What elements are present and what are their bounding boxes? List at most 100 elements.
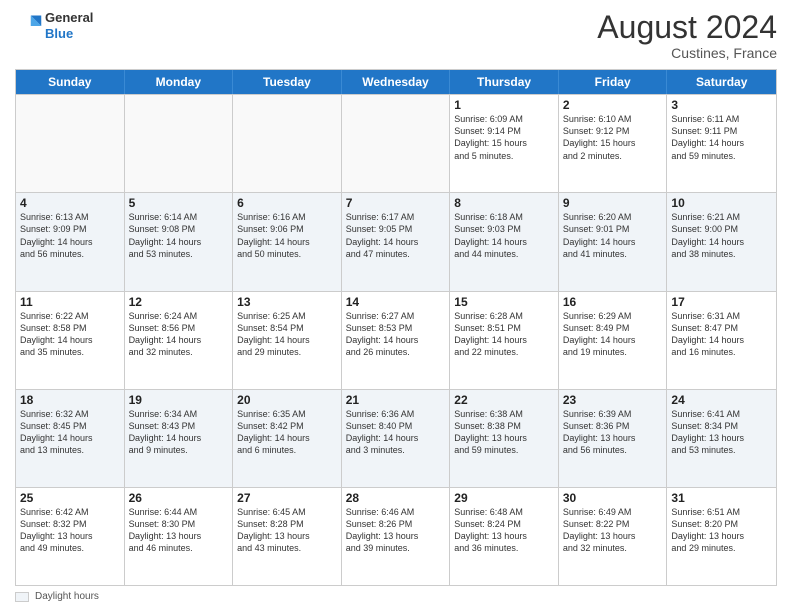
cell-text: Sunrise: 6:35 AM Sunset: 8:42 PM Dayligh… <box>237 408 337 457</box>
calendar-cell: 26Sunrise: 6:44 AM Sunset: 8:30 PM Dayli… <box>125 488 234 585</box>
calendar-header-cell: Sunday <box>16 70 125 94</box>
calendar-cell: 24Sunrise: 6:41 AM Sunset: 8:34 PM Dayli… <box>667 390 776 487</box>
calendar-header-cell: Friday <box>559 70 668 94</box>
cell-text: Sunrise: 6:28 AM Sunset: 8:51 PM Dayligh… <box>454 310 554 359</box>
day-number: 4 <box>20 196 120 210</box>
day-number: 25 <box>20 491 120 505</box>
day-number: 5 <box>129 196 229 210</box>
month-title: August 2024 <box>597 10 777 45</box>
calendar-cell <box>125 95 234 192</box>
logo-text: General Blue <box>45 10 93 41</box>
calendar-cell: 22Sunrise: 6:38 AM Sunset: 8:38 PM Dayli… <box>450 390 559 487</box>
cell-text: Sunrise: 6:09 AM Sunset: 9:14 PM Dayligh… <box>454 113 554 162</box>
cell-text: Sunrise: 6:22 AM Sunset: 8:58 PM Dayligh… <box>20 310 120 359</box>
cell-text: Sunrise: 6:21 AM Sunset: 9:00 PM Dayligh… <box>671 211 772 260</box>
calendar-cell: 28Sunrise: 6:46 AM Sunset: 8:26 PM Dayli… <box>342 488 451 585</box>
calendar-cell: 19Sunrise: 6:34 AM Sunset: 8:43 PM Dayli… <box>125 390 234 487</box>
logo-general: General <box>45 10 93 26</box>
cell-text: Sunrise: 6:29 AM Sunset: 8:49 PM Dayligh… <box>563 310 663 359</box>
calendar-cell <box>342 95 451 192</box>
calendar-row: 25Sunrise: 6:42 AM Sunset: 8:32 PM Dayli… <box>16 487 776 585</box>
day-number: 1 <box>454 98 554 112</box>
day-number: 11 <box>20 295 120 309</box>
calendar-cell: 12Sunrise: 6:24 AM Sunset: 8:56 PM Dayli… <box>125 292 234 389</box>
calendar-row: 4Sunrise: 6:13 AM Sunset: 9:09 PM Daylig… <box>16 192 776 290</box>
day-number: 3 <box>671 98 772 112</box>
calendar-cell: 16Sunrise: 6:29 AM Sunset: 8:49 PM Dayli… <box>559 292 668 389</box>
day-number: 20 <box>237 393 337 407</box>
day-number: 16 <box>563 295 663 309</box>
cell-text: Sunrise: 6:49 AM Sunset: 8:22 PM Dayligh… <box>563 506 663 555</box>
calendar-cell: 8Sunrise: 6:18 AM Sunset: 9:03 PM Daylig… <box>450 193 559 290</box>
day-number: 6 <box>237 196 337 210</box>
day-number: 21 <box>346 393 446 407</box>
calendar-header-cell: Thursday <box>450 70 559 94</box>
calendar-cell: 17Sunrise: 6:31 AM Sunset: 8:47 PM Dayli… <box>667 292 776 389</box>
cell-text: Sunrise: 6:24 AM Sunset: 8:56 PM Dayligh… <box>129 310 229 359</box>
calendar-cell: 30Sunrise: 6:49 AM Sunset: 8:22 PM Dayli… <box>559 488 668 585</box>
day-number: 22 <box>454 393 554 407</box>
day-number: 12 <box>129 295 229 309</box>
cell-text: Sunrise: 6:14 AM Sunset: 9:08 PM Dayligh… <box>129 211 229 260</box>
calendar-cell <box>16 95 125 192</box>
calendar-row: 1Sunrise: 6:09 AM Sunset: 9:14 PM Daylig… <box>16 94 776 192</box>
day-number: 18 <box>20 393 120 407</box>
day-number: 17 <box>671 295 772 309</box>
cell-text: Sunrise: 6:48 AM Sunset: 8:24 PM Dayligh… <box>454 506 554 555</box>
calendar-cell: 15Sunrise: 6:28 AM Sunset: 8:51 PM Dayli… <box>450 292 559 389</box>
cell-text: Sunrise: 6:42 AM Sunset: 8:32 PM Dayligh… <box>20 506 120 555</box>
calendar-header-cell: Saturday <box>667 70 776 94</box>
cell-text: Sunrise: 6:45 AM Sunset: 8:28 PM Dayligh… <box>237 506 337 555</box>
cell-text: Sunrise: 6:16 AM Sunset: 9:06 PM Dayligh… <box>237 211 337 260</box>
calendar-cell: 3Sunrise: 6:11 AM Sunset: 9:11 PM Daylig… <box>667 95 776 192</box>
day-number: 23 <box>563 393 663 407</box>
cell-text: Sunrise: 6:44 AM Sunset: 8:30 PM Dayligh… <box>129 506 229 555</box>
calendar-cell: 21Sunrise: 6:36 AM Sunset: 8:40 PM Dayli… <box>342 390 451 487</box>
cell-text: Sunrise: 6:39 AM Sunset: 8:36 PM Dayligh… <box>563 408 663 457</box>
day-number: 8 <box>454 196 554 210</box>
cell-text: Sunrise: 6:11 AM Sunset: 9:11 PM Dayligh… <box>671 113 772 162</box>
calendar-cell <box>233 95 342 192</box>
cell-text: Sunrise: 6:18 AM Sunset: 9:03 PM Dayligh… <box>454 211 554 260</box>
cell-text: Sunrise: 6:17 AM Sunset: 9:05 PM Dayligh… <box>346 211 446 260</box>
day-number: 13 <box>237 295 337 309</box>
calendar-cell: 23Sunrise: 6:39 AM Sunset: 8:36 PM Dayli… <box>559 390 668 487</box>
cell-text: Sunrise: 6:32 AM Sunset: 8:45 PM Dayligh… <box>20 408 120 457</box>
day-number: 2 <box>563 98 663 112</box>
day-number: 31 <box>671 491 772 505</box>
cell-text: Sunrise: 6:41 AM Sunset: 8:34 PM Dayligh… <box>671 408 772 457</box>
logo: General Blue <box>15 10 93 41</box>
calendar-cell: 9Sunrise: 6:20 AM Sunset: 9:01 PM Daylig… <box>559 193 668 290</box>
cell-text: Sunrise: 6:10 AM Sunset: 9:12 PM Dayligh… <box>563 113 663 162</box>
day-number: 28 <box>346 491 446 505</box>
cell-text: Sunrise: 6:31 AM Sunset: 8:47 PM Dayligh… <box>671 310 772 359</box>
cell-text: Sunrise: 6:38 AM Sunset: 8:38 PM Dayligh… <box>454 408 554 457</box>
calendar-body: 1Sunrise: 6:09 AM Sunset: 9:14 PM Daylig… <box>16 94 776 585</box>
cell-text: Sunrise: 6:34 AM Sunset: 8:43 PM Dayligh… <box>129 408 229 457</box>
calendar-cell: 2Sunrise: 6:10 AM Sunset: 9:12 PM Daylig… <box>559 95 668 192</box>
calendar-header-cell: Wednesday <box>342 70 451 94</box>
calendar-cell: 1Sunrise: 6:09 AM Sunset: 9:14 PM Daylig… <box>450 95 559 192</box>
day-number: 19 <box>129 393 229 407</box>
day-number: 10 <box>671 196 772 210</box>
calendar-header-cell: Tuesday <box>233 70 342 94</box>
calendar-cell: 5Sunrise: 6:14 AM Sunset: 9:08 PM Daylig… <box>125 193 234 290</box>
calendar-cell: 25Sunrise: 6:42 AM Sunset: 8:32 PM Dayli… <box>16 488 125 585</box>
calendar-cell: 6Sunrise: 6:16 AM Sunset: 9:06 PM Daylig… <box>233 193 342 290</box>
legend-label: Daylight hours <box>35 591 99 602</box>
header: General Blue August 2024 Custines, Franc… <box>15 10 777 61</box>
calendar-cell: 18Sunrise: 6:32 AM Sunset: 8:45 PM Dayli… <box>16 390 125 487</box>
calendar-cell: 13Sunrise: 6:25 AM Sunset: 8:54 PM Dayli… <box>233 292 342 389</box>
day-number: 14 <box>346 295 446 309</box>
cell-text: Sunrise: 6:46 AM Sunset: 8:26 PM Dayligh… <box>346 506 446 555</box>
cell-text: Sunrise: 6:36 AM Sunset: 8:40 PM Dayligh… <box>346 408 446 457</box>
logo-blue: Blue <box>45 26 93 42</box>
calendar-header-cell: Monday <box>125 70 234 94</box>
cell-text: Sunrise: 6:27 AM Sunset: 8:53 PM Dayligh… <box>346 310 446 359</box>
cell-text: Sunrise: 6:13 AM Sunset: 9:09 PM Dayligh… <box>20 211 120 260</box>
logo-icon <box>15 12 43 40</box>
calendar-cell: 10Sunrise: 6:21 AM Sunset: 9:00 PM Dayli… <box>667 193 776 290</box>
day-number: 7 <box>346 196 446 210</box>
calendar: SundayMondayTuesdayWednesdayThursdayFrid… <box>15 69 777 586</box>
calendar-cell: 31Sunrise: 6:51 AM Sunset: 8:20 PM Dayli… <box>667 488 776 585</box>
